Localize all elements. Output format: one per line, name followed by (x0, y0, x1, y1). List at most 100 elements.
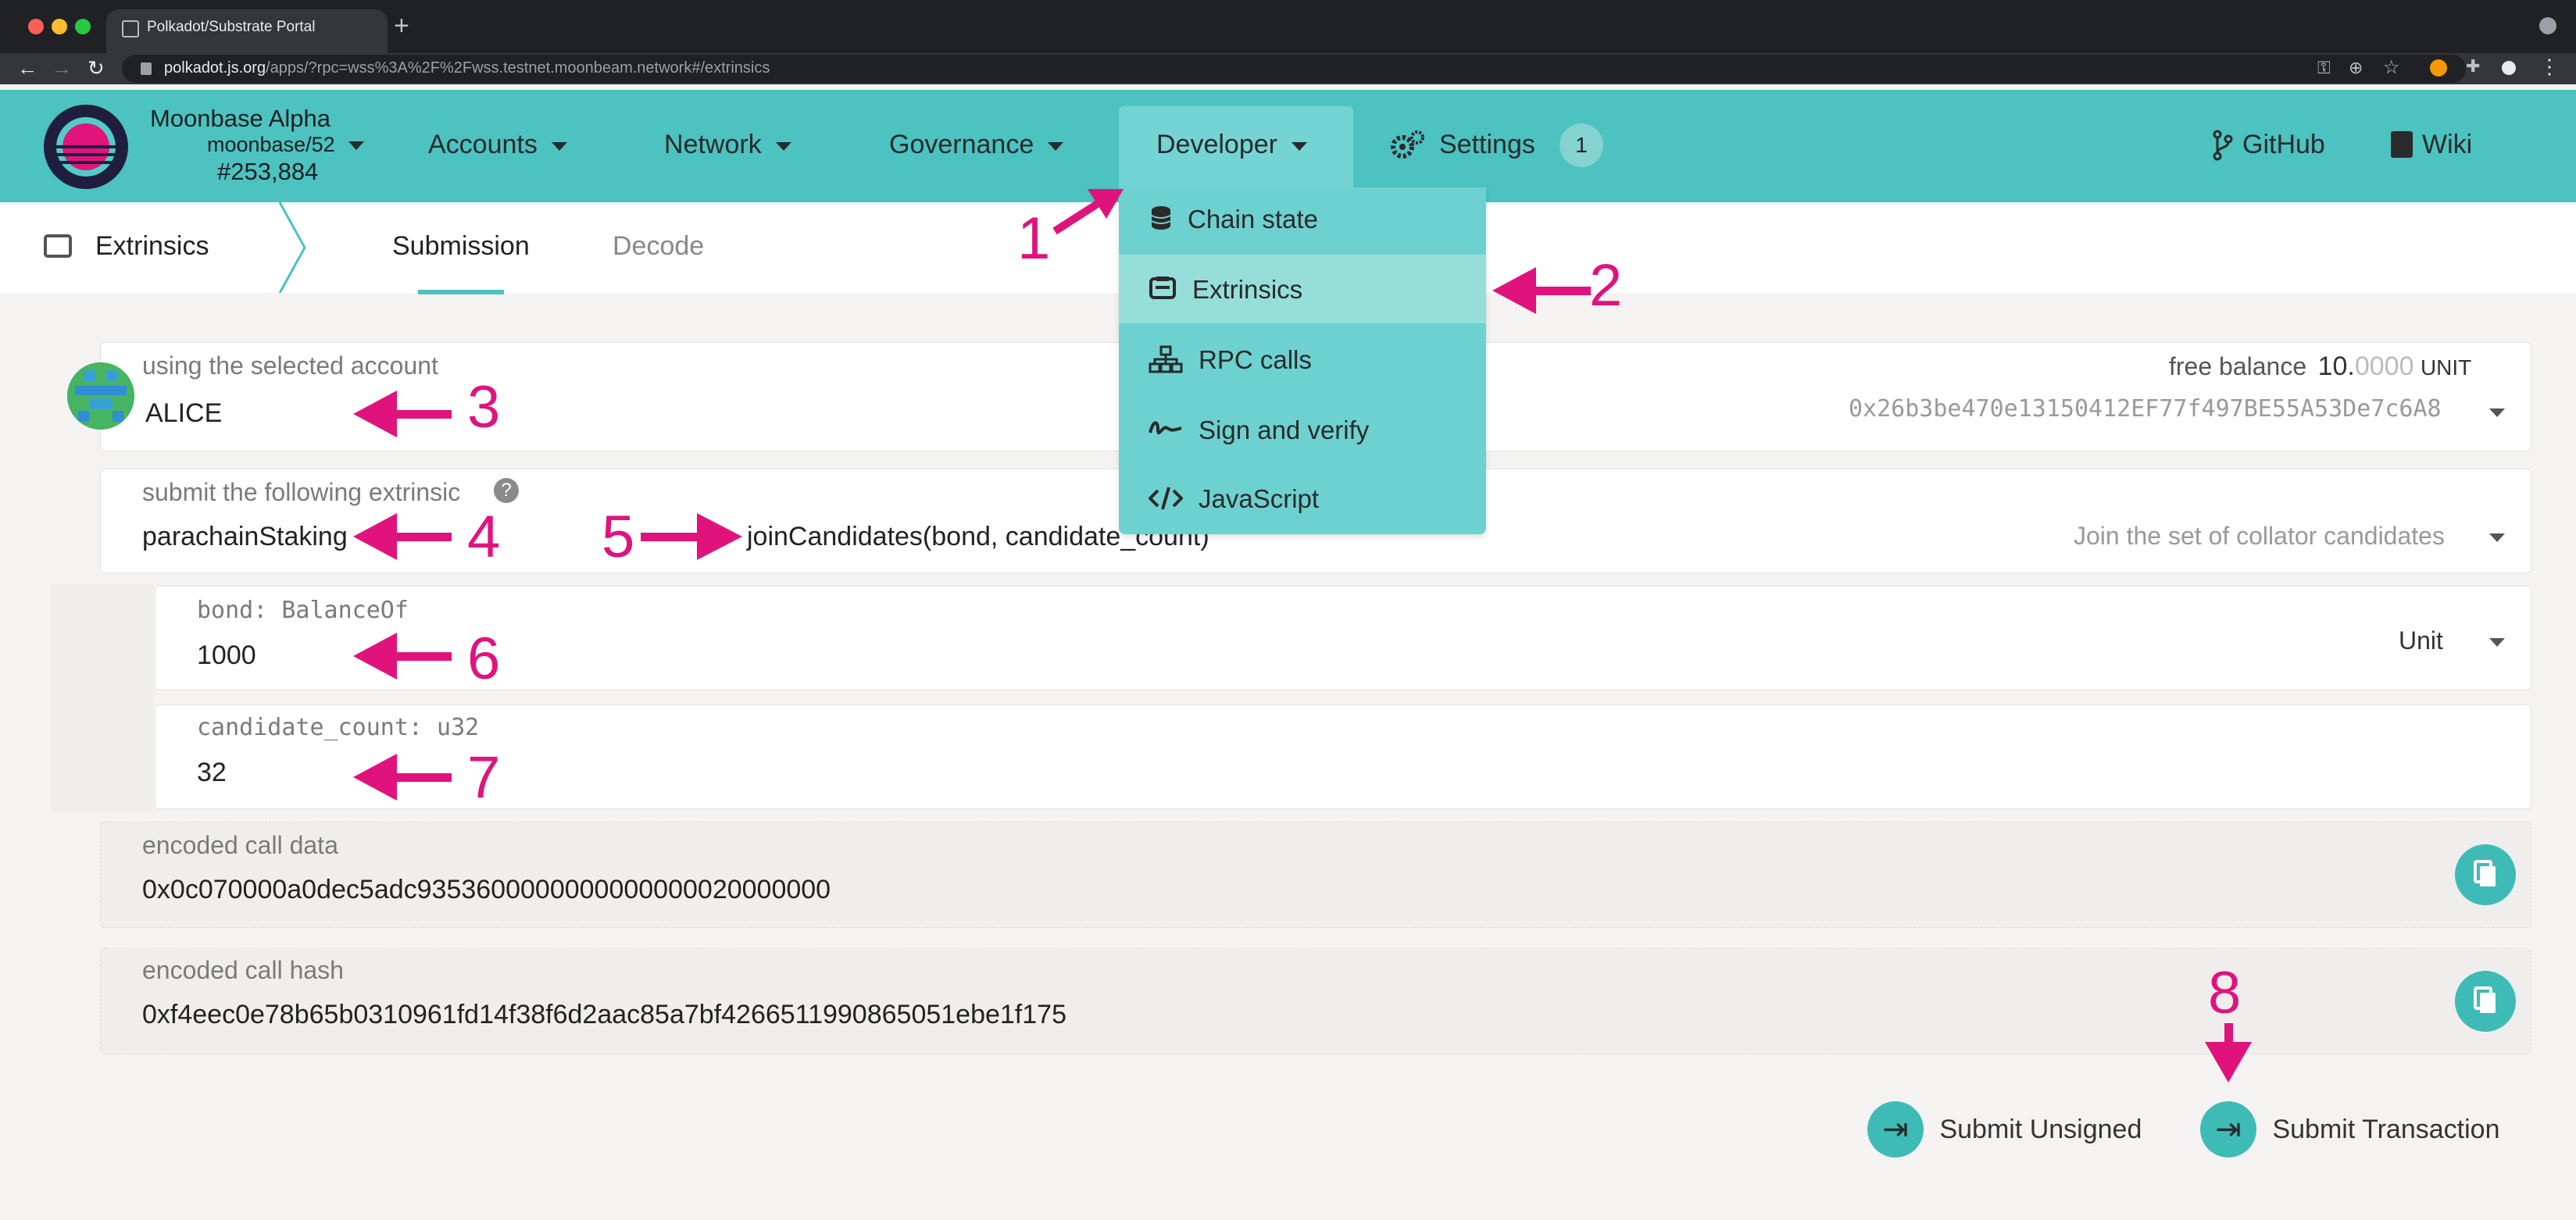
annotation-arrow-7 (353, 754, 452, 801)
gears-icon (1391, 130, 1425, 161)
git-branch-icon (2213, 130, 2233, 161)
module-select[interactable]: parachainStaking (142, 522, 348, 552)
favicon-icon (122, 20, 139, 37)
wiki-link[interactable]: Wiki (2422, 130, 2472, 160)
new-tab-icon[interactable]: + (394, 11, 409, 41)
account-name[interactable]: ALICE (145, 398, 222, 429)
account-chevron-down-icon[interactable] (2489, 406, 2505, 420)
copy-call-data-button[interactable] (2455, 844, 2516, 905)
annotation-arrow-8 (2205, 1023, 2252, 1083)
back-icon[interactable]: ← (17, 56, 38, 80)
chevron-down-icon (775, 141, 791, 151)
chain-spec: moonbase/52 (207, 133, 335, 156)
unit-chevron-down-icon[interactable] (2489, 636, 2505, 650)
moonbase-logo-icon[interactable] (44, 105, 128, 189)
nav-accounts[interactable]: Accounts (428, 130, 567, 160)
browser-tab-title: Polkadot/Substrate Portal (147, 19, 316, 35)
param-bond-card (155, 586, 2531, 690)
reload-icon[interactable]: ↻ (88, 56, 105, 80)
annotation-3: 3 (467, 374, 501, 441)
copy-icon (2474, 860, 2496, 886)
extrinsics-section-icon (44, 234, 72, 258)
book-icon (2391, 131, 2413, 158)
database-icon (1149, 205, 1177, 230)
extension-icon[interactable] (2430, 59, 2447, 77)
submit-transaction-button[interactable]: ⇥ Submit Transaction (2200, 1101, 2499, 1159)
extrinsic-label: submit the following extrinsic (142, 478, 461, 506)
nav-settings[interactable]: Settings (1439, 130, 1535, 160)
annotation-arrow-5 (641, 513, 742, 560)
account-icon[interactable] (2502, 61, 2516, 75)
extrinsics-icon (1149, 275, 1177, 300)
annotation-8: 8 (2208, 960, 2242, 1026)
breadcrumb-chevron-icon (273, 202, 309, 293)
zoom-icon[interactable]: ⊕ (2349, 58, 2363, 78)
submit-unsigned-button[interactable]: ⇥ Submit Unsigned (1867, 1101, 2142, 1159)
chevron-down-icon (1291, 141, 1307, 151)
annotation-7: 7 (467, 744, 501, 811)
chevron-down-icon (551, 141, 567, 151)
key-icon[interactable]: ⚿ (2317, 58, 2331, 78)
tab-decode[interactable]: Decode (613, 231, 704, 262)
method-description: Join the set of collator candidates (2074, 522, 2445, 550)
puzzle-extensions-icon[interactable]: ✚ (2466, 56, 2480, 77)
param-candidate-count-card (155, 705, 2531, 809)
method-chevron-down-icon[interactable] (2489, 531, 2505, 545)
code-icon (1149, 484, 1183, 510)
annotation-arrow-3 (353, 391, 452, 437)
annotation-1: 1 (1017, 205, 1051, 272)
annotation-5: 5 (602, 504, 635, 570)
profile-menu-icon[interactable] (2539, 17, 2556, 34)
unit-select[interactable]: Unit (2399, 626, 2443, 655)
chevron-down-icon (1048, 141, 1064, 151)
minimize-window-icon[interactable] (52, 19, 67, 34)
maximize-window-icon[interactable] (75, 19, 91, 34)
active-tab-indicator (418, 290, 504, 294)
param-bond-label: bond: BalanceOf (197, 597, 409, 624)
encoded-call-hash-value: 0xf4eec0e78b65b0310961fd14f38f6d2aac85a7… (142, 1000, 1066, 1029)
bond-input[interactable]: 1000 (197, 640, 256, 671)
encoded-call-hash-label: encoded call hash (142, 956, 344, 984)
annotation-arrow-1 (1052, 189, 1124, 235)
sign-in-icon: ⇥ (2200, 1101, 2256, 1158)
signature-icon (1149, 416, 1182, 441)
dropdown-item-chain-state[interactable]: Chain state (1188, 205, 1318, 234)
candidate-count-input[interactable]: 32 (197, 758, 227, 788)
bookmark-star-icon[interactable]: ☆ (2383, 56, 2400, 79)
encoded-call-data-value: 0x0c070000a0dec5adc935360000000000000002… (142, 875, 831, 904)
annotation-arrow-6 (353, 633, 452, 680)
encoded-call-data-label: encoded call data (142, 831, 338, 859)
copy-icon (2474, 986, 2496, 1013)
sign-in-icon: ⇥ (1867, 1101, 1924, 1158)
forward-icon[interactable]: → (52, 56, 72, 80)
free-balance: free balance 10.0000 UNIT (2169, 351, 2472, 381)
section-title: Extrinsics (95, 231, 209, 261)
nav-developer[interactable]: Developer (1156, 130, 1307, 160)
account-address: 0x26b3be470e13150412EF77f497BE55A53De7c6… (1849, 395, 2442, 423)
dropdown-item-sign-and-verify[interactable]: Sign and verify (1199, 416, 1369, 445)
close-window-icon[interactable] (28, 19, 44, 34)
dropdown-item-javascript[interactable]: JavaScript (1199, 484, 1319, 514)
github-link[interactable]: GitHub (2242, 130, 2325, 160)
browser-menu-icon[interactable]: ⋮ (2539, 55, 2560, 79)
dropdown-item-rpc-calls[interactable]: RPC calls (1199, 345, 1312, 375)
account-avatar (67, 362, 134, 430)
params-indent (50, 584, 153, 812)
network-icon (1149, 345, 1183, 373)
network-chevron-down-icon[interactable] (348, 139, 364, 153)
nav-governance[interactable]: Governance (889, 130, 1064, 160)
copy-call-hash-button[interactable] (2455, 971, 2516, 1032)
lock-icon (141, 62, 152, 75)
block-number: #253,884 (217, 158, 319, 185)
annotation-arrow-4 (353, 513, 452, 560)
help-icon[interactable]: ? (494, 478, 519, 503)
param-candidate-count-label: candidate_count: u32 (197, 714, 480, 741)
dropdown-item-extrinsics[interactable]: Extrinsics (1192, 275, 1302, 305)
account-label: using the selected account (142, 351, 438, 380)
settings-badge: 1 (1560, 123, 1603, 167)
network-name: Moonbase Alpha (150, 105, 330, 132)
tab-submission[interactable]: Submission (392, 231, 530, 262)
annotation-arrow-2 (1492, 267, 1591, 314)
annotation-2: 2 (1589, 252, 1623, 319)
nav-network[interactable]: Network (664, 130, 791, 160)
